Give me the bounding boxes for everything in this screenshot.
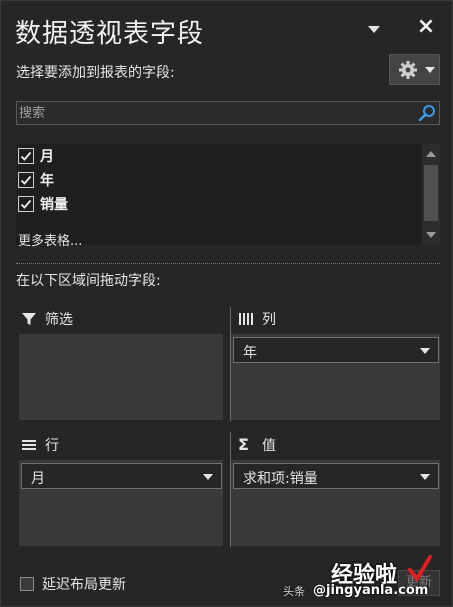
- checkbox[interactable]: [18, 196, 34, 212]
- search-input[interactable]: [17, 102, 413, 124]
- defer-label: 延迟布局更新: [42, 577, 126, 593]
- rows-field-label: 月: [31, 471, 45, 487]
- columns-area-header: 列: [238, 309, 276, 329]
- filters-area-header: 筛选: [21, 309, 73, 329]
- field-list-scrollbar[interactable]: [422, 144, 440, 245]
- scroll-up-icon[interactable]: [422, 146, 440, 162]
- task-pane-options-icon[interactable]: [367, 23, 381, 37]
- columns-field-dropdown[interactable]: 年: [233, 337, 439, 363]
- rows-drop-zone[interactable]: 月: [19, 460, 223, 546]
- check-icon: [20, 151, 32, 161]
- divider: [16, 263, 440, 264]
- choose-fields-label: 选择要添加到报表的字段:: [16, 65, 175, 81]
- columns-field-label: 年: [243, 345, 257, 361]
- values-field-label: 求和项:销量: [243, 471, 318, 487]
- watermark-check-icon: [408, 555, 432, 581]
- filters-area-title: 筛选: [45, 312, 73, 328]
- check-icon: [20, 175, 32, 185]
- chevron-down-icon: [420, 474, 430, 480]
- columns-icon: [239, 313, 253, 325]
- values-drop-zone[interactable]: 求和项:销量: [231, 460, 440, 546]
- more-tables-link[interactable]: 更多表格...: [18, 230, 82, 249]
- field-search-box: [16, 101, 440, 125]
- field-label: 月: [40, 149, 54, 165]
- field-item-year[interactable]: 年: [18, 169, 54, 191]
- gear-icon: [399, 61, 417, 79]
- close-button[interactable]: ×: [415, 15, 437, 39]
- watermark-small: 头条: [283, 585, 305, 598]
- field-label: 年: [40, 173, 54, 189]
- scroll-thumb[interactable]: [424, 165, 438, 221]
- columns-drop-zone[interactable]: 年: [231, 334, 440, 420]
- columns-area-title: 列: [262, 312, 276, 328]
- tools-button[interactable]: [389, 54, 440, 85]
- rows-field-dropdown[interactable]: 月: [21, 463, 222, 489]
- pivot-field-panel: 数据透视表字段 × 选择要添加到报表的字段: 搜索 月 年 销量 更多表格...…: [0, 0, 453, 607]
- rows-area-title: 行: [45, 438, 59, 454]
- rows-icon: [22, 440, 36, 450]
- values-field-dropdown[interactable]: 求和项:销量: [233, 463, 439, 489]
- chevron-down-icon: [425, 67, 435, 73]
- search-icon[interactable]: [417, 103, 437, 123]
- sigma-icon: Σ: [238, 435, 249, 454]
- filters-drop-zone[interactable]: [19, 334, 223, 420]
- values-area-title: 值: [262, 438, 276, 454]
- check-icon: [20, 199, 32, 209]
- watermark-url: @jingyanla.com: [313, 583, 429, 598]
- field-item-sales[interactable]: 销量: [18, 193, 68, 215]
- field-label: 销量: [40, 197, 68, 213]
- scroll-down-icon[interactable]: [422, 227, 440, 243]
- values-area-header: Σ 值: [238, 435, 276, 455]
- defer-layout-update[interactable]: 延迟布局更新: [20, 574, 126, 594]
- chevron-down-icon: [203, 474, 213, 480]
- drag-fields-label: 在以下区域间拖动字段:: [16, 273, 161, 289]
- defer-checkbox[interactable]: [20, 577, 34, 591]
- checkbox[interactable]: [18, 148, 34, 164]
- rows-area-header: 行: [21, 435, 59, 455]
- checkbox[interactable]: [18, 172, 34, 188]
- panel-title: 数据透视表字段: [15, 19, 205, 49]
- filter-icon: [22, 313, 36, 325]
- field-list: 月 年 销量 更多表格...: [16, 144, 440, 249]
- chevron-down-icon: [420, 348, 430, 354]
- field-item-month[interactable]: 月: [18, 145, 54, 167]
